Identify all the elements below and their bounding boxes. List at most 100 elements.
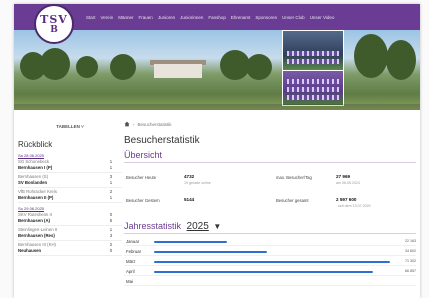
match-home-score: 2 (109, 189, 113, 194)
month-row[interactable]: Januar 22 163 (124, 238, 416, 246)
stat-yesterday-label: Besucher Gestern (126, 198, 160, 203)
match-away-team[interactable]: Neuhausen (18, 248, 100, 253)
match-home-team[interactable]: Steinlingen-Leinen II (18, 227, 100, 232)
divider (18, 240, 122, 241)
nav-item[interactable]: Fanshop (208, 15, 226, 20)
club-logo[interactable]: TSV B (34, 4, 74, 44)
divider (124, 245, 416, 246)
month-bar-track (154, 271, 390, 273)
match-date-link[interactable]: Sa 28.06.2025 (18, 153, 44, 158)
match-home-team[interactable]: SG Schonebeck (18, 159, 100, 164)
match-away-team[interactable]: Bernhausen I (P) (18, 165, 100, 170)
match-away-score: 5 (109, 218, 113, 223)
logo-text-top: TSV (40, 12, 68, 26)
match-home-team[interactable]: VfB Rohracker Kreis (18, 189, 100, 194)
month-value: 22 163 (405, 239, 416, 243)
match-away-score: 1 (109, 180, 113, 185)
match-home-score: 2 (109, 242, 113, 247)
nav-item[interactable]: Sponsoren (255, 15, 277, 20)
month-row[interactable]: Mai (124, 278, 416, 286)
stat-today-sub: 19 gerade online (184, 181, 211, 185)
divider (124, 265, 416, 266)
team-photo-2 (282, 70, 344, 106)
stat-total-sub: seit dem 13.07.2020 (338, 204, 371, 208)
month-value: 66 857 (405, 269, 416, 273)
match-away-score: 1 (109, 165, 113, 170)
match-away-team[interactable]: SV Bonlanden (18, 180, 100, 185)
stat-today-value: 4732 (184, 174, 195, 179)
divider (124, 285, 416, 286)
match-home-score: 3 (109, 174, 113, 179)
stat-max-label: max. Besucher/Tag (276, 175, 312, 180)
month-label: April (126, 269, 135, 274)
page-title: Besucherstatistik (124, 135, 200, 146)
tables-dropdown-label: TABELLEN (56, 124, 80, 129)
match-home-score: 0 (109, 212, 113, 217)
month-bar (154, 271, 374, 273)
divider (18, 255, 122, 256)
divider (124, 233, 416, 234)
match-home-score: 1 (109, 159, 113, 164)
month-value: 71 302 (405, 259, 416, 263)
month-row[interactable]: März 71 302 (124, 258, 416, 266)
home-icon[interactable] (124, 121, 130, 127)
yearly-stats-heading: Jahresstatistik 2025 ▼ (124, 221, 221, 232)
divider (18, 172, 122, 173)
month-value: 34 602 (405, 249, 416, 253)
overview-heading: Übersicht (124, 150, 163, 160)
match-away-team[interactable]: Bernhausen II (P) (18, 195, 100, 200)
month-bar-track (154, 261, 390, 263)
stat-max-sub: am 06.05.2024 (336, 181, 360, 185)
nav-item[interactable]: Junioren (158, 15, 175, 20)
stat-total-value: 2 597 600 (336, 197, 357, 202)
nav-item[interactable]: Frauen (139, 15, 153, 20)
browser-viewport: Start Verein Männer Frauen Junioren Juniorinn… (0, 0, 429, 298)
month-bar (154, 261, 390, 263)
tables-dropdown[interactable]: TABELLEN ˅ (18, 124, 122, 129)
year-selector[interactable]: 2025 (187, 221, 209, 232)
match-away-score: 0 (109, 248, 113, 253)
month-label: Mai (126, 279, 133, 284)
month-bar-track (154, 251, 390, 253)
breadcrumb-current: Besucherstatistik (137, 121, 172, 127)
divider (18, 187, 122, 188)
nav-item[interactable]: Unser Video (310, 15, 335, 20)
divider (124, 275, 416, 276)
stat-today-label: Besucher Heute (126, 175, 157, 180)
nav-item[interactable]: Verein (101, 15, 114, 20)
match-home-team[interactable]: Bernhausen (S) (18, 174, 100, 179)
sidebar-title: Rückblick (18, 140, 53, 149)
divider (124, 255, 416, 256)
caret-down-icon[interactable]: ▼ (213, 222, 221, 231)
match-home-team[interactable]: Bernhausen III (KH) (18, 242, 100, 247)
month-label: März (126, 259, 136, 264)
nav-item[interactable]: Start (86, 15, 96, 20)
sidebar: TABELLEN ˅ Rückblick Sa 28.06.2025 SG Sch… (18, 124, 122, 298)
logo-text-bottom: B (50, 24, 58, 35)
divider (124, 162, 416, 163)
match-date-link[interactable]: So 29.06.2025 (18, 206, 44, 211)
chevron-down-icon: ˅ (81, 124, 84, 129)
nav-item[interactable]: Ehrenamt (231, 15, 251, 20)
top-navigation-bar: Start Verein Männer Frauen Junioren Juniorinn… (14, 4, 420, 30)
month-label: Januar (126, 239, 140, 244)
month-row[interactable]: April 66 857 (124, 268, 416, 276)
main-content: › Besucherstatistik Besucherstatistik Üb… (124, 117, 416, 298)
month-bar-track (154, 281, 390, 283)
stat-yesterday-value: 5144 (184, 197, 195, 202)
match-home-score: 1 (109, 227, 113, 232)
month-row[interactable]: Februar 34 602 (124, 248, 416, 256)
match-home-team[interactable]: SKV Rutesheim II (18, 212, 100, 217)
nav-item[interactable]: Juniorinnen (180, 15, 203, 20)
match-away-team[interactable]: Bernhausen (A) (18, 218, 100, 223)
team-photo-1 (282, 30, 344, 72)
match-away-score: 1 (109, 195, 113, 200)
month-bar (154, 241, 228, 243)
hero-banner-image (14, 30, 420, 110)
nav-item[interactable]: Unser Club (282, 15, 305, 20)
yearly-stats-label: Jahresstatistik (124, 221, 182, 231)
nav-item[interactable]: Männer (118, 15, 133, 20)
match-away-team[interactable]: Bernhausen (Res) (18, 233, 100, 238)
website-page: Start Verein Männer Frauen Junioren Juniorinn… (14, 4, 420, 298)
breadcrumb: › Besucherstatistik (124, 121, 172, 127)
